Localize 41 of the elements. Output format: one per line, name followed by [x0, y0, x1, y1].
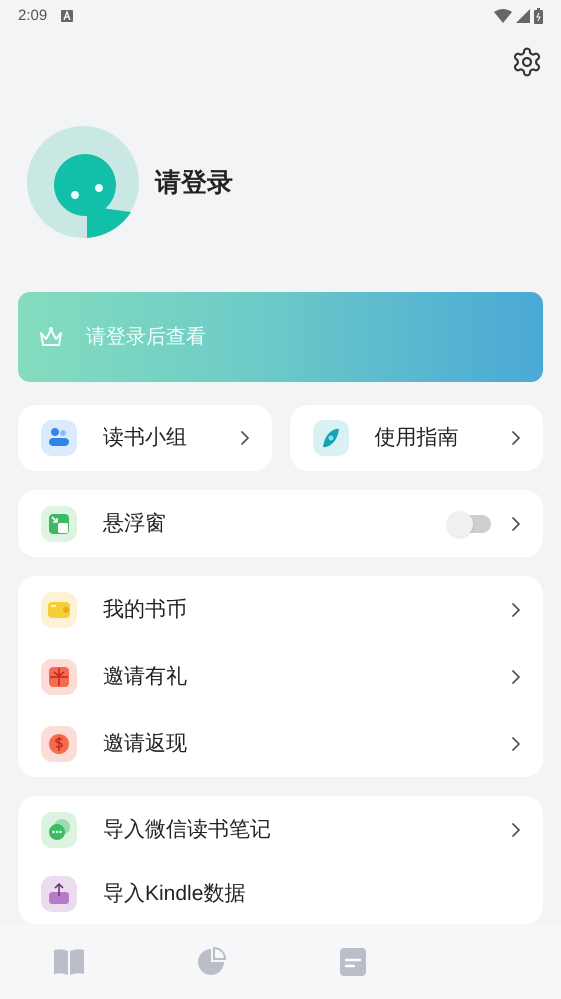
menu-item-label: 导入微信读书笔记	[103, 816, 272, 843]
profile-name[interactable]: 请登录	[155, 163, 233, 202]
menu-item[interactable]: 我的书币	[18, 576, 543, 643]
settings-icon[interactable]	[511, 46, 543, 78]
menu-item-label: 导入Kindle数据	[103, 880, 246, 907]
signal-icon	[516, 9, 530, 23]
chevron-right-icon	[511, 516, 521, 532]
menu-item[interactable]: 导入微信读书笔记	[18, 796, 543, 863]
menu-item[interactable]: 邀请返现	[18, 710, 543, 777]
chevron-right-icon	[511, 602, 521, 618]
menu-item-label: 邀请返现	[103, 730, 188, 757]
dollar-icon	[41, 726, 77, 762]
notification-icon	[61, 10, 74, 22]
wallet-icon	[41, 592, 77, 628]
status-time: 2:09	[18, 6, 48, 26]
gift-icon	[41, 658, 77, 694]
chevron-right-icon	[511, 736, 521, 752]
floating-window-row[interactable]: 悬浮窗	[18, 490, 543, 557]
upload-icon	[41, 876, 77, 912]
compass-icon	[312, 420, 348, 456]
menu-item-label: 我的书币	[103, 596, 188, 623]
menu-item-label: 邀请有礼	[103, 664, 188, 690]
vip-login-hint: 请登录后查看	[86, 325, 206, 350]
shortcut-label: 使用指南	[374, 425, 460, 452]
wifi-icon	[494, 9, 512, 23]
shortcut-card[interactable]: 读书小组	[18, 405, 272, 471]
floating-window-label: 悬浮窗	[103, 510, 167, 537]
people-icon	[41, 420, 77, 456]
avatar-icon[interactable]	[27, 126, 139, 238]
crown-icon	[38, 326, 64, 348]
menu-item[interactable]: 邀请有礼	[18, 643, 543, 710]
chat-icon	[41, 812, 77, 848]
chevron-right-icon	[511, 430, 521, 446]
shortcut-card[interactable]: 使用指南	[290, 405, 543, 471]
chevron-right-icon	[240, 430, 250, 446]
chevron-right-icon	[511, 822, 521, 838]
chevron-right-icon	[511, 668, 521, 684]
window-icon	[41, 506, 77, 542]
battery-icon	[534, 8, 543, 24]
shortcut-label: 读书小组	[103, 425, 188, 452]
menu-item[interactable]: 导入Kindle数据	[18, 863, 543, 924]
